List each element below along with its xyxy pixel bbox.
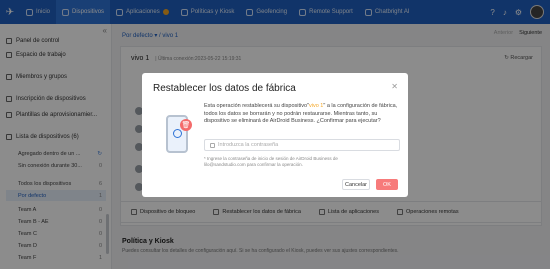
message-part: Esta operación restablecerá su dispositi… [204, 103, 309, 109]
phone-reset-illustration: 🗑 [162, 113, 198, 159]
dialog-title: Restablecer los datos de fábrica [153, 83, 296, 94]
password-field[interactable]: Introduzca la contraseña [204, 139, 400, 151]
reset-circle-icon [173, 129, 182, 138]
factory-reset-dialog: Restablecer los datos de fábrica ✕ 🗑 Est… [142, 73, 408, 197]
lock-icon [210, 142, 215, 148]
close-icon[interactable]: ✕ [391, 82, 398, 91]
cancel-button[interactable]: Cancelar [342, 179, 370, 190]
ok-button[interactable]: OK [376, 179, 398, 190]
password-hint: * Ingrese la contraseña de inicio de ses… [204, 156, 338, 167]
trash-icon: 🗑 [180, 119, 192, 131]
password-placeholder: Introduzca la contraseña [218, 142, 279, 148]
device-highlight: vivo 1 [308, 103, 324, 109]
dialog-message: Esta operación restablecerá su dispositi… [204, 103, 400, 126]
